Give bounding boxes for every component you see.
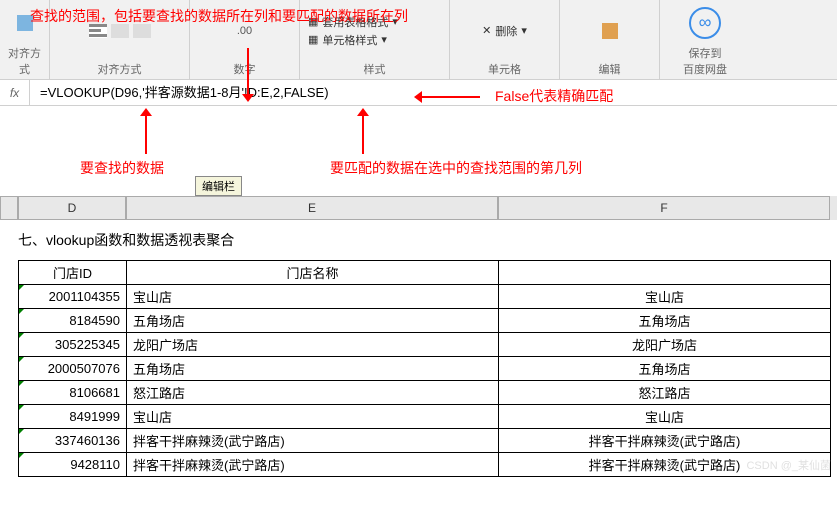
table-row: 2001104355宝山店宝山店: [19, 285, 831, 309]
align-center-icon[interactable]: [111, 24, 129, 38]
col-header-d[interactable]: D: [18, 196, 126, 220]
table-row: 8184590五角场店五角场店: [19, 309, 831, 333]
table-row: 305225345龙阳广场店龙阳广场店: [19, 333, 831, 357]
table-format-icon[interactable]: ▦: [308, 15, 318, 28]
annotation-lookup: 要查找的数据: [80, 158, 164, 178]
baidu-label: 保存到 百度网盘: [668, 43, 742, 77]
ribbon-cell-label: 单元格: [458, 59, 551, 77]
ribbon-number-label: 数字: [198, 59, 291, 77]
annotation-col: 要匹配的数据在选中的查找范围的第几列: [330, 158, 582, 178]
header-id[interactable]: 门店ID: [19, 261, 127, 285]
table-row: 337460136拌客干拌麻辣烫(武宁路店)拌客干拌麻辣烫(武宁路店): [19, 429, 831, 453]
ribbon-style-label: 样式: [308, 59, 441, 77]
cell-style-icon[interactable]: ▦: [308, 33, 318, 46]
ribbon-align2-label: 对齐方式: [58, 59, 181, 77]
table-header-row: 门店ID 门店名称: [19, 261, 831, 285]
delete-icon[interactable]: ✕: [482, 24, 491, 37]
edit-icon[interactable]: [602, 23, 618, 39]
worksheet: D E F 七、vlookup函数和数据透视表聚合 门店ID 门店名称 2001…: [0, 196, 837, 477]
align-right-icon[interactable]: [133, 24, 151, 38]
fx-icon[interactable]: fx: [0, 80, 30, 105]
section-title: 七、vlookup函数和数据透视表聚合: [0, 220, 837, 260]
annotation-area: 要查找的数据 要匹配的数据在选中的查找范围的第几列 False代表精确匹配 编辑…: [0, 106, 837, 196]
ribbon-edit-label: 编辑: [568, 59, 651, 77]
table-row: 8106681怒江路店怒江路店: [19, 381, 831, 405]
baidu-icon[interactable]: ∞: [689, 7, 721, 39]
header-f[interactable]: [499, 261, 831, 285]
data-table: 门店ID 门店名称 2001104355宝山店宝山店 8184590五角场店五角…: [18, 260, 831, 477]
align-left-icon[interactable]: [89, 24, 107, 38]
edit-bar-tooltip: 编辑栏: [195, 176, 242, 196]
header-name[interactable]: 门店名称: [127, 261, 499, 285]
ribbon: 对齐方式 对齐方式 .00 数字 ▦ 套用表格格式 ▾ ▦ 单元格样式 ▾ 样式…: [0, 0, 837, 80]
col-header-f[interactable]: F: [498, 196, 830, 220]
table-row: 8491999宝山店宝山店: [19, 405, 831, 429]
alignment-icon[interactable]: [17, 15, 33, 31]
formula-input[interactable]: =VLOOKUP(D96,'拌客源数据1-8月'!D:E,2,FALSE): [30, 80, 837, 105]
column-headers: D E F: [0, 196, 837, 220]
increase-decimal-icon[interactable]: .00: [237, 25, 252, 37]
watermark: CSDN @_某仙菌: [746, 457, 831, 473]
table-row: 2000507076五角场店五角场店: [19, 357, 831, 381]
table-row: 9428110拌客干拌麻辣烫(武宁路店)拌客干拌麻辣烫(武宁路店): [19, 453, 831, 477]
corner-cell[interactable]: [0, 196, 18, 220]
ribbon-align-label: 对齐方式: [8, 43, 41, 77]
col-header-e[interactable]: E: [126, 196, 498, 220]
